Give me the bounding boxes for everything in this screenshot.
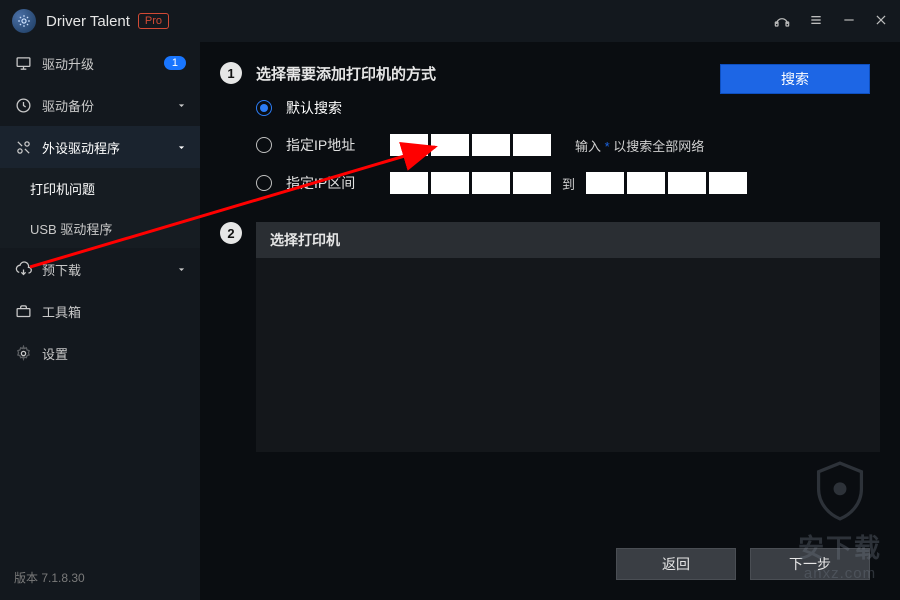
option-default-search[interactable]: 默认搜索 [256, 98, 880, 118]
sidebar-item-settings[interactable]: 设置 [0, 332, 200, 374]
sidebar-item-label: 驱动升级 [42, 54, 164, 73]
sidebar-item-driver-upgrade[interactable]: 驱动升级 1 [0, 42, 200, 84]
sidebar-item-label: 工具箱 [42, 302, 186, 321]
back-button[interactable]: 返回 [616, 548, 736, 580]
option-ip-range[interactable]: 指定IP区间 到 [256, 172, 880, 194]
search-button[interactable]: 搜索 [720, 64, 870, 94]
sidebar: 驱动升级 1 驱动备份 外设驱动程序 打印机问题 USB 驱动程序 [0, 42, 200, 600]
sidebar-item-predownload[interactable]: 预下载 [0, 248, 200, 290]
cloud-download-icon [14, 260, 32, 278]
ip-segment-input[interactable] [586, 172, 624, 194]
ip-segment-input[interactable] [709, 172, 747, 194]
sidebar-sub-printer-issue[interactable]: 打印机问题 [0, 168, 200, 208]
ip-segment-input[interactable] [431, 134, 469, 156]
ip-segment-input[interactable] [627, 172, 665, 194]
footer-buttons: 返回 下一步 [616, 548, 870, 580]
step1-title: 选择需要添加打印机的方式 [256, 63, 436, 84]
sidebar-item-label: USB 驱动程序 [30, 219, 112, 238]
ip-segment-input[interactable] [513, 134, 551, 156]
option-specify-ip[interactable]: 指定IP地址 输入 * 以搜索全部网络 [256, 134, 880, 156]
peripheral-icon [14, 138, 32, 156]
radio-icon[interactable] [256, 175, 272, 191]
option-label: 指定IP地址 [286, 135, 376, 155]
close-icon[interactable] [874, 13, 888, 30]
minimize-icon[interactable] [842, 13, 856, 30]
toolbox-icon [14, 302, 32, 320]
ip-input-group [390, 134, 551, 156]
step2-section: 2 选择打印机 [220, 222, 880, 452]
ip-segment-input[interactable] [390, 172, 428, 194]
ip-hint: 输入 * 以搜索全部网络 [575, 136, 704, 155]
printer-list-panel: 选择打印机 [256, 222, 880, 452]
chevron-down-icon [176, 101, 186, 110]
sidebar-item-label: 外设驱动程序 [42, 138, 170, 157]
badge-count: 1 [164, 56, 186, 70]
pro-badge: Pro [138, 13, 169, 29]
window-controls [774, 12, 888, 31]
sidebar-item-label: 预下载 [42, 260, 170, 279]
sidebar-item-toolbox[interactable]: 工具箱 [0, 290, 200, 332]
radio-icon[interactable] [256, 137, 272, 153]
sidebar-item-label: 驱动备份 [42, 96, 170, 115]
step1-number: 1 [220, 62, 242, 84]
main-content: 搜索 1 选择需要添加打印机的方式 默认搜索 指定IP地址 输入 * [200, 42, 900, 600]
ip-segment-input[interactable] [431, 172, 469, 194]
sidebar-item-label: 打印机问题 [30, 179, 95, 198]
options-group: 默认搜索 指定IP地址 输入 * 以搜索全部网络 指定IP区间 [256, 98, 880, 194]
sidebar-item-peripheral-drivers[interactable]: 外设驱动程序 [0, 126, 200, 168]
ip-range-group: 到 [390, 172, 747, 194]
chevron-down-icon [176, 265, 186, 274]
ip-segment-input[interactable] [390, 134, 428, 156]
ip-segment-input[interactable] [472, 172, 510, 194]
step2-number: 2 [220, 222, 242, 244]
menu-icon[interactable] [808, 12, 824, 31]
ip-segment-input[interactable] [668, 172, 706, 194]
ip-segment-input[interactable] [472, 134, 510, 156]
chevron-down-icon [176, 143, 186, 152]
next-button[interactable]: 下一步 [750, 548, 870, 580]
monitor-icon [14, 54, 32, 72]
ip-segment-input[interactable] [513, 172, 551, 194]
app-name: Driver Talent [46, 13, 130, 30]
version-label: 版本 7.1.8.30 [0, 555, 200, 600]
step2-title: 选择打印机 [256, 222, 880, 258]
sidebar-item-label: 设置 [42, 344, 186, 363]
option-label: 默认搜索 [286, 98, 376, 118]
radio-icon[interactable] [256, 100, 272, 116]
sidebar-sub-usb-driver[interactable]: USB 驱动程序 [0, 208, 200, 248]
option-label: 指定IP区间 [286, 173, 376, 193]
backup-icon [14, 96, 32, 114]
range-separator: 到 [562, 174, 575, 193]
app-logo-icon [12, 9, 36, 33]
sidebar-item-driver-backup[interactable]: 驱动备份 [0, 84, 200, 126]
titlebar: Driver Talent Pro [0, 0, 900, 42]
support-icon[interactable] [774, 12, 790, 31]
shield-icon [813, 461, 867, 521]
gear-icon [14, 344, 32, 362]
